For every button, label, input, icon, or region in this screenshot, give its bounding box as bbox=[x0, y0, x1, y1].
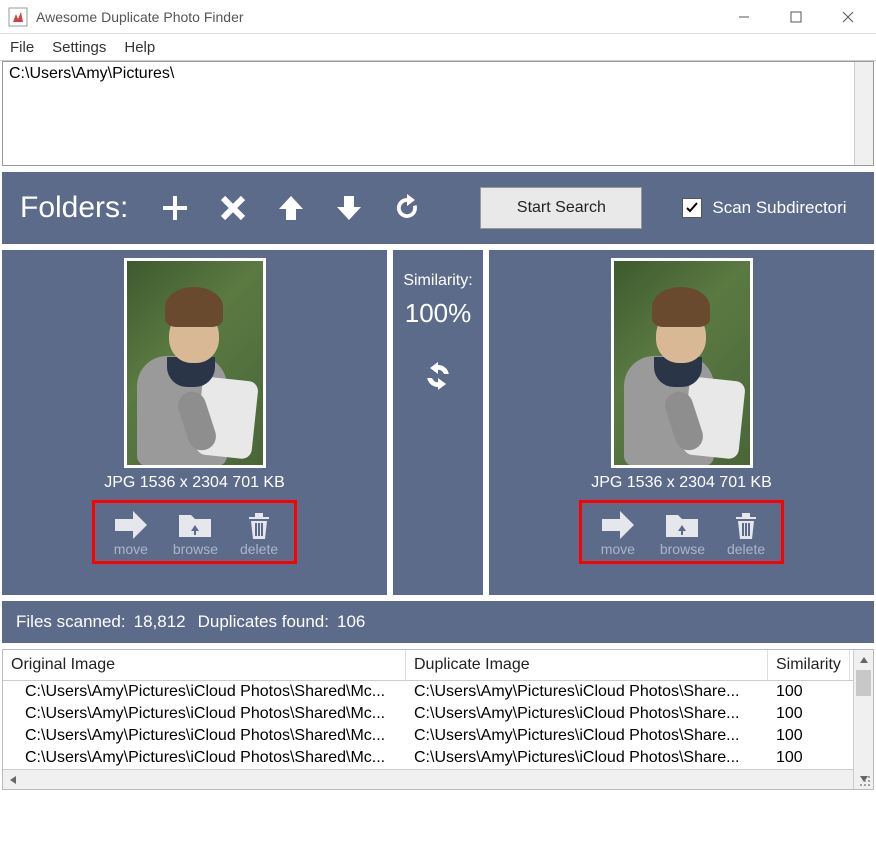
close-button[interactable] bbox=[822, 0, 874, 34]
cell-original: C:\Users\Amy\Pictures\iCloud Photos\Shar… bbox=[3, 703, 406, 725]
original-delete-button[interactable]: delete bbox=[240, 509, 278, 557]
table-header: Original Image Duplicate Image Similarit… bbox=[3, 650, 873, 681]
duplicate-browse-button[interactable]: browse bbox=[660, 509, 705, 557]
browse-label: browse bbox=[660, 541, 705, 557]
scroll-left-icon[interactable] bbox=[3, 770, 23, 789]
col-similarity[interactable]: Similarity bbox=[768, 650, 850, 680]
table-row[interactable]: C:\Users\Amy\Pictures\iCloud Photos\Shar… bbox=[3, 725, 873, 747]
original-actions-highlight: move browse delete bbox=[92, 500, 297, 564]
move-label: move bbox=[601, 541, 635, 557]
move-down-button[interactable] bbox=[326, 185, 372, 231]
horizontal-scrollbar[interactable] bbox=[3, 769, 873, 789]
results-table: Original Image Duplicate Image Similarit… bbox=[2, 649, 874, 790]
preview-row: JPG 1536 x 2304 701 KB move browse delet… bbox=[2, 250, 874, 595]
scroll-up-icon[interactable] bbox=[854, 650, 873, 670]
files-scanned-value: 18,812 bbox=[134, 612, 186, 632]
cell-original: C:\Users\Amy\Pictures\iCloud Photos\Shar… bbox=[3, 725, 406, 747]
remove-folder-button[interactable] bbox=[210, 185, 256, 231]
move-up-button[interactable] bbox=[268, 185, 314, 231]
cell-duplicate: C:\Users\Amy\Pictures\iCloud Photos\Shar… bbox=[406, 725, 768, 747]
similarity-value: 100% bbox=[405, 298, 472, 329]
cell-duplicate: C:\Users\Amy\Pictures\iCloud Photos\Shar… bbox=[406, 703, 768, 725]
cell-original: C:\Users\Amy\Pictures\iCloud Photos\Shar… bbox=[3, 747, 406, 769]
cell-duplicate: C:\Users\Amy\Pictures\iCloud Photos\Shar… bbox=[406, 681, 768, 703]
original-meta: JPG 1536 x 2304 701 KB bbox=[104, 474, 285, 492]
titlebar: Awesome Duplicate Photo Finder bbox=[0, 0, 876, 34]
duplicate-actions-highlight: move browse delete bbox=[579, 500, 784, 564]
refresh-button[interactable] bbox=[384, 185, 430, 231]
scan-subdirectories-checkbox[interactable] bbox=[682, 198, 702, 218]
cell-similarity: 100 bbox=[768, 681, 838, 703]
cell-original: C:\Users\Amy\Pictures\iCloud Photos\Shar… bbox=[3, 681, 406, 703]
original-browse-button[interactable]: browse bbox=[173, 509, 218, 557]
browse-label: browse bbox=[173, 541, 218, 557]
add-folder-button[interactable] bbox=[152, 185, 198, 231]
cell-similarity: 100 bbox=[768, 703, 838, 725]
menubar: File Settings Help bbox=[0, 34, 876, 61]
table-row[interactable]: C:\Users\Amy\Pictures\iCloud Photos\Shar… bbox=[3, 681, 873, 703]
sync-icon bbox=[421, 359, 455, 398]
maximize-button[interactable] bbox=[770, 0, 822, 34]
folders-toolbar: Folders: Start Search Scan Subdirectori bbox=[2, 172, 874, 244]
start-search-button[interactable]: Start Search bbox=[480, 187, 642, 229]
files-scanned-label: Files scanned: bbox=[16, 612, 126, 632]
resize-grip-icon[interactable] bbox=[853, 769, 873, 789]
scrollbar-thumb[interactable] bbox=[856, 670, 871, 696]
duplicate-preview-panel: JPG 1536 x 2304 701 KB move browse delet… bbox=[489, 250, 874, 595]
original-thumbnail[interactable] bbox=[124, 258, 266, 468]
similarity-panel: Similarity: 100% bbox=[393, 250, 483, 595]
table-row[interactable]: C:\Users\Amy\Pictures\iCloud Photos\Shar… bbox=[3, 703, 873, 725]
duplicate-move-button[interactable]: move bbox=[598, 509, 638, 557]
duplicate-thumbnail[interactable] bbox=[611, 258, 753, 468]
minimize-button[interactable] bbox=[718, 0, 770, 34]
window-title: Awesome Duplicate Photo Finder bbox=[36, 9, 718, 25]
duplicate-meta: JPG 1536 x 2304 701 KB bbox=[591, 474, 772, 492]
table-row[interactable]: C:\Users\Amy\Pictures\iCloud Photos\Shar… bbox=[3, 747, 873, 769]
cell-similarity: 100 bbox=[768, 747, 838, 769]
col-original[interactable]: Original Image bbox=[3, 650, 406, 680]
delete-label: delete bbox=[727, 541, 765, 557]
move-label: move bbox=[114, 541, 148, 557]
menu-help[interactable]: Help bbox=[124, 39, 155, 56]
similarity-label: Similarity: bbox=[403, 272, 472, 290]
folders-label: Folders: bbox=[20, 191, 128, 225]
status-bar: Files scanned: 18,812 Duplicates found: … bbox=[2, 601, 874, 643]
cell-similarity: 100 bbox=[768, 725, 838, 747]
duplicates-found-value: 106 bbox=[337, 612, 365, 632]
original-preview-panel: JPG 1536 x 2304 701 KB move browse delet… bbox=[2, 250, 387, 595]
cell-duplicate: C:\Users\Amy\Pictures\iCloud Photos\Shar… bbox=[406, 747, 768, 769]
folder-path-list[interactable]: C:\Users\Amy\Pictures\ bbox=[2, 61, 874, 166]
duplicates-found-label: Duplicates found: bbox=[198, 612, 329, 632]
folder-path-item[interactable]: C:\Users\Amy\Pictures\ bbox=[9, 65, 174, 82]
scan-subdirectories-label: Scan Subdirectori bbox=[712, 198, 846, 218]
original-move-button[interactable]: move bbox=[111, 509, 151, 557]
menu-settings[interactable]: Settings bbox=[52, 39, 106, 56]
col-duplicate[interactable]: Duplicate Image bbox=[406, 650, 768, 680]
duplicate-delete-button[interactable]: delete bbox=[727, 509, 765, 557]
app-icon bbox=[6, 5, 30, 29]
menu-file[interactable]: File bbox=[10, 39, 34, 56]
delete-label: delete bbox=[240, 541, 278, 557]
